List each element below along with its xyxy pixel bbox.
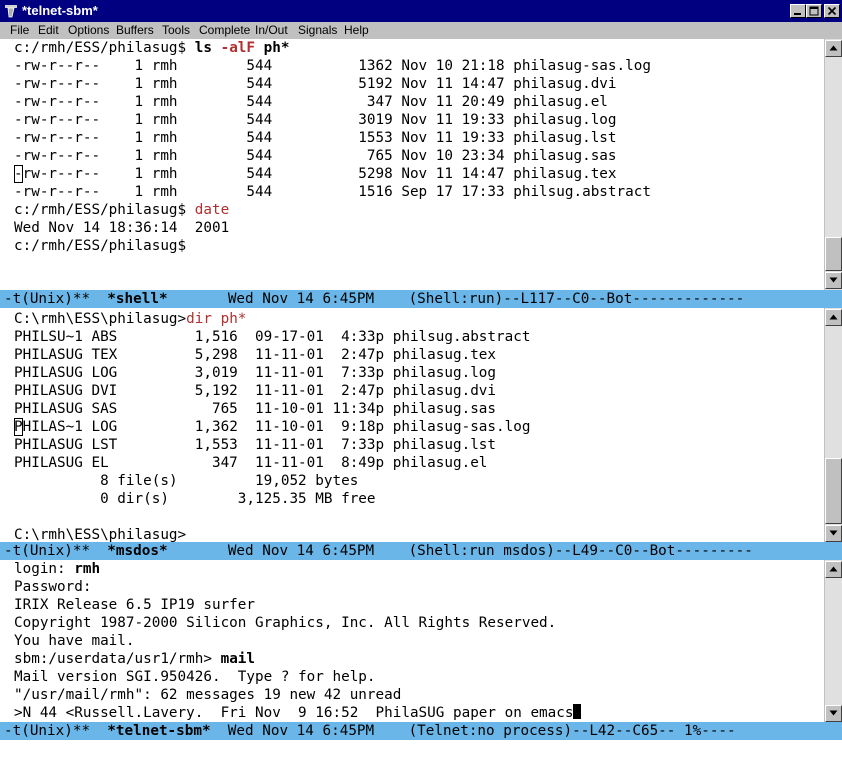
menu-buffers[interactable]: Buffers [116, 23, 154, 37]
telnet-mode-line[interactable]: -t(Unix)** *telnet-sbm* Wed Nov 14 6:45P… [0, 722, 842, 740]
menu-signals[interactable]: Signals [298, 23, 337, 37]
msdos-scroll-thumb[interactable] [825, 458, 842, 524]
msdos-scroll-down-button[interactable] [825, 525, 842, 542]
menu-tools[interactable]: Tools [162, 23, 190, 37]
menu-bar: File Edit Options Buffers Tools Complete… [0, 22, 842, 38]
shell-listing-row: -rw-r--r-- 1 rmh 544 5298 Nov 11 14:47 p… [14, 166, 617, 182]
msdos-buffer-pane[interactable]: C:\rmh\ESS\philasug>dir ph* PHILSU~1 ABS… [0, 308, 824, 542]
msdos-listing-row: PHILSU~1 ABS 1,516 09-17-01 4:33p philsu… [14, 329, 531, 345]
shell-prompt: c:/rmh/ESS/philasug$ [14, 40, 195, 56]
shell-current-prompt: c:/rmh/ESS/philasug$ [14, 238, 187, 254]
shell-point-marker: - [14, 166, 23, 182]
telnet-buffer-pane[interactable]: login: rmh Password: IRIX Release 6.5 IP… [0, 560, 824, 722]
telnet-scrollbar[interactable] [825, 560, 842, 722]
mode-line-info: Wed Nov 14 6:45PM (Shell:run)--L117--C0-… [167, 291, 745, 307]
telnet-mailbox-status: "/usr/mail/rmh": 62 messages 19 new 42 u… [14, 687, 402, 703]
telnet-prompt: sbm:/userdata/usr1/rmh> [14, 651, 221, 667]
telnet-scroll-down-button[interactable] [825, 705, 842, 722]
shell-listing-row: -rw-r--r-- 1 rmh 544 1516 Sep 17 17:33 p… [14, 184, 651, 200]
shell-buffer-pane[interactable]: c:/rmh/ESS/philasug$ ls -alF ph* -rw-r--… [0, 39, 824, 290]
telnet-copyright-line: Copyright 1987-2000 Silicon Graphics, In… [14, 615, 557, 631]
shell-scroll-thumb[interactable] [825, 237, 842, 271]
shell-command-flags: -alF [220, 40, 256, 56]
emacs-app-icon[interactable] [3, 3, 19, 19]
minimize-button[interactable] [790, 4, 806, 18]
msdos-point-marker: P [14, 419, 23, 435]
telnet-mail-version: Mail version SGI.950426. Type ? for help… [14, 669, 376, 685]
msdos-prompt: C:\rmh\ESS\philasug> [14, 311, 187, 327]
shell-listing-row: -rw-r--r-- 1 rmh 544 1362 Nov 10 21:18 p… [14, 58, 651, 74]
shell-mode-line[interactable]: -t(Unix)** *shell* Wed Nov 14 6:45PM (Sh… [0, 290, 842, 308]
shell-scroll-down-button[interactable] [825, 272, 842, 289]
shell-prompt: c:/rmh/ESS/philasug$ [14, 202, 195, 218]
shell-date-command: date [194, 202, 230, 218]
mode-line-buffer-name: *telnet-sbm* [107, 723, 211, 739]
login-username: rmh [74, 561, 101, 577]
mode-line-buffer-name: *msdos* [107, 543, 168, 559]
menu-complete[interactable]: Complete [199, 23, 250, 37]
telnet-mail-notice: You have mail. [14, 633, 135, 649]
msdos-listing-row: PHILASUG LST 1,553 11-11-01 7:33p philas… [14, 437, 497, 453]
shell-date-output: Wed Nov 14 18:36:14 2001 [14, 220, 230, 236]
msdos-scroll-up-button[interactable] [825, 309, 842, 326]
maximize-button[interactable] [806, 4, 822, 18]
telnet-command-line: sbm:/userdata/usr1/rmh> mail [14, 650, 255, 668]
shell-scroll-up-button[interactable] [825, 40, 842, 57]
window-title: *telnet-sbm* [22, 3, 98, 18]
menu-options[interactable]: Options [68, 23, 109, 37]
mode-line-buffer-name: *shell* [107, 291, 168, 307]
shell-listing-row: -rw-r--r-- 1 rmh 544 1553 Nov 11 19:33 p… [14, 130, 617, 146]
msdos-listing-row: PHILASUG EL 347 11-11-01 8:49p philasug.… [14, 455, 488, 471]
mode-line-status: -t(Unix)** [4, 543, 108, 559]
shell-command-arg: ph* [255, 40, 290, 56]
shell-command-line: c:/rmh/ESS/philasug$ ls -alF ph* [14, 39, 289, 57]
mode-line-info: Wed Nov 14 6:45PM (Shell:run msdos)--L49… [167, 543, 753, 559]
text-cursor [573, 704, 582, 719]
telnet-command: mail [220, 651, 256, 667]
telnet-scroll-up-button[interactable] [825, 561, 842, 578]
msdos-listing-row: PHILASUG TEX 5,298 11-11-01 2:47p philas… [14, 347, 497, 363]
telnet-login-line: login: rmh [14, 561, 101, 577]
shell-listing-row: -rw-r--r-- 1 rmh 544 3019 Nov 11 19:33 p… [14, 112, 617, 128]
menu-file[interactable]: File [10, 23, 29, 37]
menu-help[interactable]: Help [344, 23, 369, 37]
msdos-current-prompt: C:\rmh\ESS\philasug> [14, 527, 187, 542]
msdos-listing-row: PHILASUG LOG 3,019 11-11-01 7:33p philas… [14, 365, 497, 381]
minibuffer[interactable] [0, 740, 842, 763]
telnet-password-line: Password: [14, 579, 92, 595]
shell-scrollbar[interactable] [825, 39, 842, 290]
menu-edit[interactable]: Edit [38, 23, 59, 37]
mode-line-status: -t(Unix)** [4, 291, 108, 307]
shell-listing-row: -rw-r--r-- 1 rmh 544 5192 Nov 11 14:47 p… [14, 76, 617, 92]
msdos-scrollbar[interactable] [825, 308, 842, 542]
shell-listing-row: -rw-r--r-- 1 rmh 544 347 Nov 11 20:49 ph… [14, 94, 608, 110]
msdos-dirs-summary: 0 dir(s) 3,125.35 MB free [100, 491, 376, 507]
shell-command: ls [194, 40, 221, 56]
close-button[interactable] [824, 4, 840, 18]
msdos-command: dir ph* [186, 311, 247, 327]
mode-line-status: -t(Unix)** [4, 723, 108, 739]
menu-in-out[interactable]: In/Out [255, 23, 288, 37]
telnet-message-line: >N 44 <Russell.Lavery. Fri Nov 9 16:52 P… [14, 704, 582, 722]
msdos-listing-row: PHILASUG DVI 5,192 11-11-01 2:47p philas… [14, 383, 497, 399]
shell-date-command-line: c:/rmh/ESS/philasug$ date [14, 201, 229, 219]
msdos-command-line: C:\rmh\ESS\philasug>dir ph* [14, 310, 246, 328]
msdos-listing-row: PHILASUG SAS 765 11-10-01 11:34p philasu… [14, 401, 497, 417]
shell-listing-row: -rw-r--r-- 1 rmh 544 765 Nov 10 23:34 ph… [14, 148, 617, 164]
telnet-irix-line: IRIX Release 6.5 IP19 surfer [14, 597, 256, 613]
msdos-mode-line[interactable]: -t(Unix)** *msdos* Wed Nov 14 6:45PM (Sh… [0, 542, 842, 560]
mode-line-info: Wed Nov 14 6:45PM (Telnet:no process)--L… [210, 723, 736, 739]
emacs-window: *telnet-sbm* File Edit Options Buffers T… [0, 0, 842, 763]
title-bar: *telnet-sbm* [0, 0, 842, 22]
msdos-listing-row: PHILAS~1 LOG 1,362 11-10-01 9:18p philas… [14, 419, 531, 435]
msdos-files-summary: 8 file(s) 19,052 bytes [100, 473, 359, 489]
